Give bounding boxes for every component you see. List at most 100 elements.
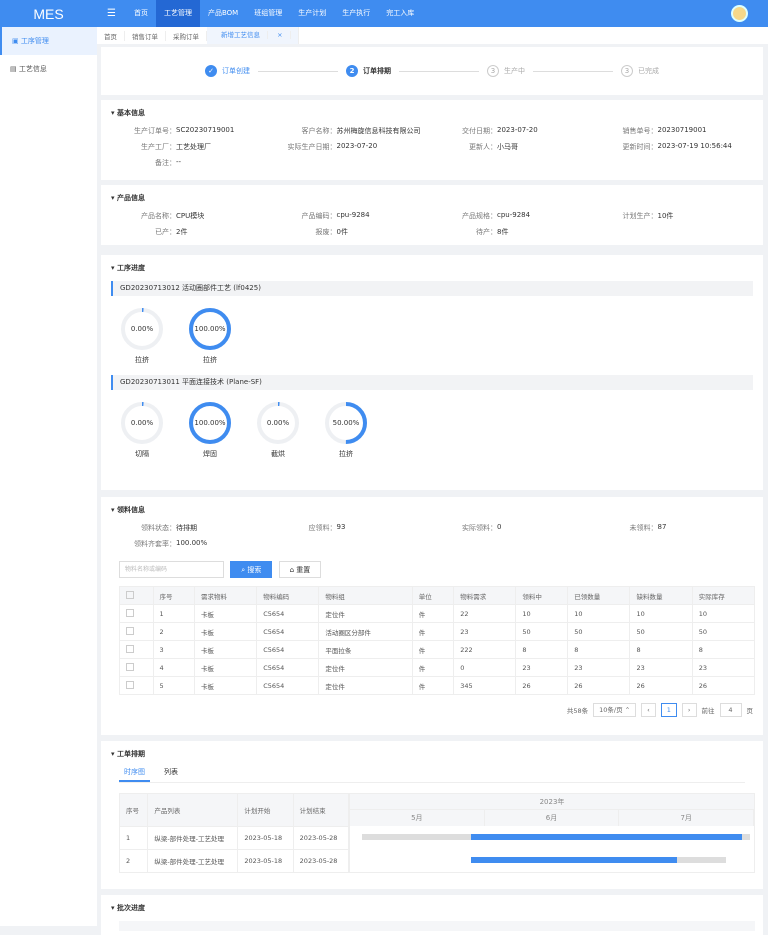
- step-connector: [533, 70, 613, 72]
- reset-button[interactable]: ⌂ 重置: [278, 561, 322, 578]
- column-header: 序号: [152, 586, 195, 605]
- page-1[interactable]: 1: [660, 703, 677, 717]
- table-cell: 26: [567, 676, 631, 695]
- progress-label: 截烘: [271, 450, 285, 458]
- search-button[interactable]: ⌕ 搜索: [230, 561, 273, 578]
- table-cell: 26: [629, 676, 693, 695]
- material-search-input[interactable]: 物料名称或编码: [119, 561, 224, 578]
- table-row: 2 卡板 C5654 活动圈区分部件件 23 50 50 50 50: [119, 622, 756, 641]
- info-field: 产品名称： CPU模块: [111, 211, 272, 221]
- table-cell: C5654: [256, 676, 320, 695]
- field-value: 0: [497, 523, 502, 531]
- progress-percent: 100.00%: [194, 419, 226, 427]
- menu-toggle-icon[interactable]: ☰: [97, 8, 126, 19]
- field-label: 实际生产日期：: [287, 143, 337, 151]
- step-2: 2 订单排期: [346, 65, 391, 77]
- field-label: 产品编码：: [301, 212, 337, 220]
- info-field: 计划生产： 10件: [593, 211, 754, 221]
- table-cell: 50: [567, 622, 631, 641]
- nav-item[interactable]: 生产计划: [290, 0, 334, 27]
- table-cell: 平面拉条: [318, 640, 413, 659]
- goto-page-input[interactable]: 4: [719, 703, 742, 717]
- step-4: 3 已完成: [621, 65, 659, 77]
- row-checkbox[interactable]: [126, 644, 134, 653]
- table-cell: 10: [629, 604, 693, 623]
- table-cell: 卡板: [193, 640, 258, 659]
- field-label: 未领料：: [629, 524, 658, 532]
- section-title: 产品信息: [101, 185, 763, 211]
- field-value: 93: [336, 523, 346, 531]
- table-cell: C5654: [256, 622, 320, 641]
- tab-purchase-order[interactable]: 采购订单: [166, 30, 207, 41]
- page-size-select[interactable]: 10条/页 ⌃: [593, 703, 637, 717]
- progress-label: 焊固: [203, 450, 217, 458]
- row-checkbox[interactable]: [126, 626, 134, 635]
- table-cell: 10: [567, 604, 631, 623]
- info-field: 更新时间： 2023-07-19 10:56:44: [593, 142, 754, 152]
- progress-circle: 50.00% 拉挤: [323, 400, 369, 459]
- field-value: 100.00%: [176, 539, 208, 547]
- tab-sales-order[interactable]: 销售订单: [125, 30, 166, 41]
- select-all-checkbox[interactable]: [126, 590, 134, 599]
- row-checkbox[interactable]: [126, 680, 134, 689]
- next-page-button[interactable]: ›: [681, 703, 697, 717]
- schedule-table: 序号 产品列表 计划开始 计划结束 1 纵梁-部件处理-工艺处理 2023-05-18 202…: [118, 793, 350, 873]
- nav-item[interactable]: 首页: [126, 0, 156, 27]
- tab-home[interactable]: 首页: [97, 30, 125, 41]
- field-value: cpu-9284: [336, 211, 370, 219]
- sidebar-item-craft[interactable]: ▤ 工艺信息: [0, 55, 97, 83]
- progress-circle: 0.00% 截烘: [255, 400, 301, 459]
- field-value: 2023-07-19 10:56:44: [657, 142, 732, 150]
- table-cell: 0: [453, 658, 517, 677]
- field-value: CPU模块: [176, 212, 205, 220]
- steps-card: ✓ 订单创建 2 订单排期 3 生产中 3 已完成: [101, 47, 763, 95]
- table-cell: 26: [691, 676, 756, 695]
- table-row: 1 纵梁-部件处理-工艺处理 2023-05-18 2023-05-28: [118, 826, 350, 850]
- row-checkbox[interactable]: [126, 608, 134, 617]
- gantt-year: 2023年: [350, 794, 754, 810]
- table-header-row: 序号 需求物料 物料编码 物料组 单位 物料需求 领料中 已领数量 缺料数量 实际库存: [119, 586, 756, 605]
- info-field: 已产： 2件: [111, 227, 272, 237]
- progress-circle: 100.00% 焊固: [187, 400, 233, 459]
- field-value: --: [176, 158, 182, 166]
- tab-timeline[interactable]: 时序图: [119, 767, 150, 782]
- table-cell: 件: [411, 640, 455, 659]
- tab-list[interactable]: 列表: [164, 767, 178, 782]
- table-cell: 22: [453, 604, 517, 623]
- table-cell: 10: [691, 604, 756, 623]
- info-field: 领料齐套率： 100.00%: [111, 539, 272, 549]
- info-field: 客户名称： 苏州梅旋信息科技有限公司: [272, 126, 433, 136]
- gantt-month: 6月: [485, 810, 620, 826]
- table-cell: 卡板: [193, 658, 258, 677]
- prev-page-button[interactable]: ‹: [641, 703, 656, 717]
- process-group-header: GD20230713012 活动圈部件工艺 (lf0425): [111, 281, 753, 296]
- nav-item[interactable]: 班组管理: [246, 0, 290, 27]
- row-checkbox[interactable]: [126, 662, 134, 671]
- close-icon[interactable]: ×: [270, 31, 291, 39]
- progress-percent: 0.00%: [266, 419, 290, 427]
- nav-item[interactable]: 产品BOM: [200, 0, 246, 27]
- field-label: 生产订单号：: [134, 127, 176, 135]
- table-row: 2 纵梁-部件处理-工艺处理 2023-05-18 2023-05-28: [118, 849, 350, 873]
- info-field: 实际领料： 0: [432, 523, 593, 533]
- nav-item[interactable]: 完工入库: [378, 0, 422, 27]
- info-field: 待产： 8件: [432, 227, 593, 237]
- pagination: 共58条 10条/页 ⌃ ‹ 1 › 前往 4 页: [101, 695, 763, 725]
- info-field: 应领料： 93: [272, 523, 433, 533]
- section-title: 工单排期: [101, 741, 763, 767]
- info-field: 交付日期： 2023-07-20: [432, 126, 593, 136]
- field-label: 生产工厂：: [141, 143, 176, 151]
- nav-item[interactable]: 工艺管理: [155, 0, 200, 27]
- column-header: 计划开始: [237, 793, 294, 827]
- avatar[interactable]: [731, 5, 748, 22]
- sidebar-item-process[interactable]: ▣ 工序管理: [0, 27, 97, 55]
- table-cell: 2: [118, 849, 149, 873]
- gantt-month: 5月: [350, 810, 485, 826]
- top-nav-bar: MES ☰ 首页 工艺管理 产品BOM 班组管理 生产计划 生产执行 完工入库: [0, 0, 768, 27]
- nav-item[interactable]: 生产执行: [334, 0, 378, 27]
- field-label: 待产：: [476, 228, 497, 236]
- tab-new-craft[interactable]: 新增工艺信息 ×: [207, 27, 299, 44]
- column-header: 已领数量: [567, 586, 631, 605]
- table-cell: 纵梁-部件处理-工艺处理: [147, 849, 239, 873]
- gantt-month: 7月: [619, 810, 755, 826]
